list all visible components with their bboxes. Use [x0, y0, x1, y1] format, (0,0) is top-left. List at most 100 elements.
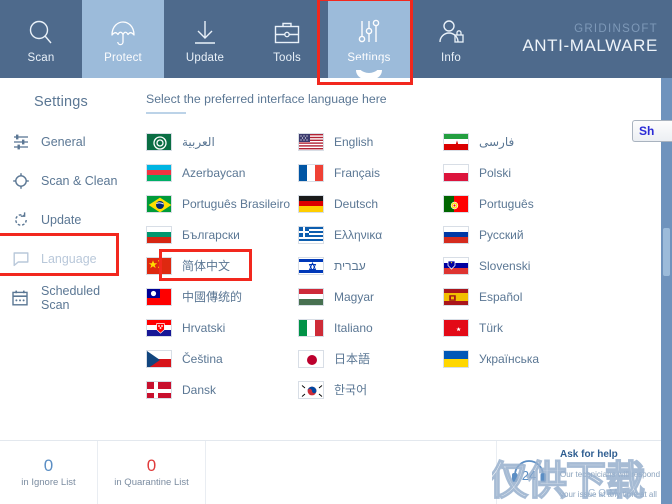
- language-option-sa[interactable]: العربية: [146, 126, 298, 157]
- calendar-icon: [11, 288, 30, 307]
- language-option-de[interactable]: Deutsch: [298, 188, 443, 219]
- top-navigation-bar: Scan Protect Update Tools Settings Info …: [0, 0, 672, 79]
- language-option-dk[interactable]: Dansk: [146, 374, 298, 405]
- language-option-it[interactable]: Italiano: [298, 312, 443, 343]
- help-subtitle: Our technicians will respond to your iss…: [560, 469, 669, 499]
- language-option-label: Português Brasileiro: [182, 196, 291, 211]
- sidebar-item-scheduled-scan[interactable]: Scheduled Scan: [0, 278, 132, 317]
- sidebar-item-label: Language: [41, 251, 97, 266]
- nav-tab-settings[interactable]: Settings: [328, 0, 410, 79]
- language-option-label: Български: [182, 227, 240, 242]
- ignore-list-stat[interactable]: 0 in Ignore List: [0, 441, 98, 504]
- sliders-icon: [354, 14, 384, 48]
- language-option-fr[interactable]: Français: [298, 157, 443, 188]
- status-bar-spacer: [206, 441, 497, 504]
- flag-icon-ru: [443, 225, 469, 244]
- brand-main-text: ANTI-MALWARE: [522, 35, 658, 55]
- language-option-si[interactable]: Slovenski: [443, 250, 603, 281]
- language-option-jp[interactable]: 日本語: [298, 343, 443, 374]
- language-option-label: Русский: [479, 227, 524, 242]
- ask-for-help-button[interactable]: 24 Ask for help Our technicians will res…: [497, 441, 672, 504]
- language-option-label: Ελληνικα: [334, 227, 383, 242]
- sidebar-item-general[interactable]: General: [0, 122, 132, 161]
- settings-sidebar: Settings General Scan & Clean Update Lan…: [0, 78, 132, 440]
- flag-icon-fr: [298, 163, 324, 182]
- flag-icon-it: [298, 318, 324, 337]
- language-option-label: Українська: [479, 351, 540, 366]
- language-option-label: English: [334, 134, 374, 149]
- brand-logo: GRIDINSOFT ANTI-MALWARE: [522, 0, 672, 78]
- language-option-bg[interactable]: Български: [146, 219, 298, 250]
- language-option-cn[interactable]: 简体中文: [146, 250, 298, 281]
- scrollbar-thumb[interactable]: [663, 228, 670, 276]
- language-option-label: עברית: [334, 258, 366, 273]
- ignore-list-caption: in Ignore List: [21, 477, 76, 488]
- flag-icon-pt: [443, 194, 469, 213]
- language-option-kr[interactable]: 한국어: [298, 374, 443, 405]
- ignore-list-count: 0: [43, 456, 54, 475]
- quarantine-list-stat[interactable]: 0 in Quarantine List: [98, 441, 206, 504]
- nav-tab-scan[interactable]: Scan: [0, 0, 82, 78]
- language-option-label: فارسی: [479, 134, 515, 149]
- language-option-ir[interactable]: فارسی: [443, 126, 603, 157]
- sidebar-item-update[interactable]: Update: [0, 200, 132, 239]
- language-option-cz[interactable]: Čeština: [146, 343, 298, 374]
- language-option-pt[interactable]: Português: [443, 188, 603, 219]
- nav-tab-label: Info: [441, 52, 461, 64]
- language-option-br[interactable]: Português Brasileiro: [146, 188, 298, 219]
- language-option-hr[interactable]: Hrvatski: [146, 312, 298, 343]
- nav-tab-tools[interactable]: Tools: [246, 0, 328, 78]
- share-overlay-button[interactable]: Sh: [632, 120, 672, 142]
- nav-tab-update[interactable]: Update: [164, 0, 246, 78]
- language-option-label: Polski: [479, 165, 512, 180]
- svg-text:24: 24: [522, 468, 536, 483]
- flag-icon-gr: [298, 225, 324, 244]
- nav-tab-label: Tools: [273, 52, 301, 64]
- flag-icon-ir: [443, 132, 469, 151]
- flag-icon-cn: [146, 256, 172, 275]
- language-option-pl[interactable]: Polski: [443, 157, 603, 188]
- language-column-1: العربية Azerbaycan Português Brasileiro Бъл…: [146, 126, 298, 405]
- nav-tab-info[interactable]: Info: [410, 0, 492, 78]
- sidebar-item-label: Scan & Clean: [41, 173, 118, 188]
- language-option-label: العربية: [182, 134, 215, 149]
- sidebar-item-label: General: [41, 134, 86, 149]
- flag-icon-az: [146, 163, 172, 182]
- flag-icon-de: [298, 194, 324, 213]
- language-option-tw[interactable]: 中國傳统的: [146, 281, 298, 312]
- language-option-il[interactable]: עברית: [298, 250, 443, 281]
- flag-icon-tw: [146, 287, 172, 306]
- language-option-es[interactable]: Español: [443, 281, 603, 312]
- flag-icon-cz: [146, 349, 172, 368]
- language-option-label: Español: [479, 289, 523, 304]
- language-option-label: Čeština: [182, 351, 223, 366]
- flag-icon-br: [146, 194, 172, 213]
- help-title: Ask for help: [560, 448, 618, 460]
- crosshair-icon: [11, 171, 30, 190]
- sidebar-item-scan-and-clean[interactable]: Scan & Clean: [0, 161, 132, 200]
- nav-tab-protect[interactable]: Protect: [82, 0, 164, 78]
- flag-icon-ua: [443, 349, 469, 368]
- language-option-label: 한국어: [334, 383, 368, 397]
- language-option-ru[interactable]: Русский: [443, 219, 603, 250]
- heading-underline: [146, 112, 186, 114]
- language-option-ua[interactable]: Українська: [443, 343, 603, 374]
- language-option-hu[interactable]: Magyar: [298, 281, 443, 312]
- language-option-gr[interactable]: Ελληνικα: [298, 219, 443, 250]
- flag-icon-dk: [146, 380, 172, 399]
- language-option-label: Slovenski: [479, 258, 531, 273]
- language-option-label: Magyar: [334, 289, 375, 304]
- sidebar-item-language[interactable]: Language: [0, 239, 132, 278]
- sidebar-title: Settings: [34, 94, 88, 110]
- flag-icon-il: [298, 256, 324, 275]
- flag-icon-tr: [443, 318, 469, 337]
- support-headset-icon: 24: [509, 453, 553, 492]
- nav-tab-label: Scan: [27, 52, 55, 64]
- language-option-us[interactable]: English: [298, 126, 443, 157]
- language-option-az[interactable]: Azerbaycan: [146, 157, 298, 188]
- quarantine-list-count: 0: [146, 456, 157, 475]
- language-option-tr[interactable]: Türk: [443, 312, 603, 343]
- sidebar-item-label: Scheduled Scan: [40, 283, 101, 312]
- flag-icon-hr: [146, 318, 172, 337]
- language-option-label: Hrvatski: [182, 320, 226, 335]
